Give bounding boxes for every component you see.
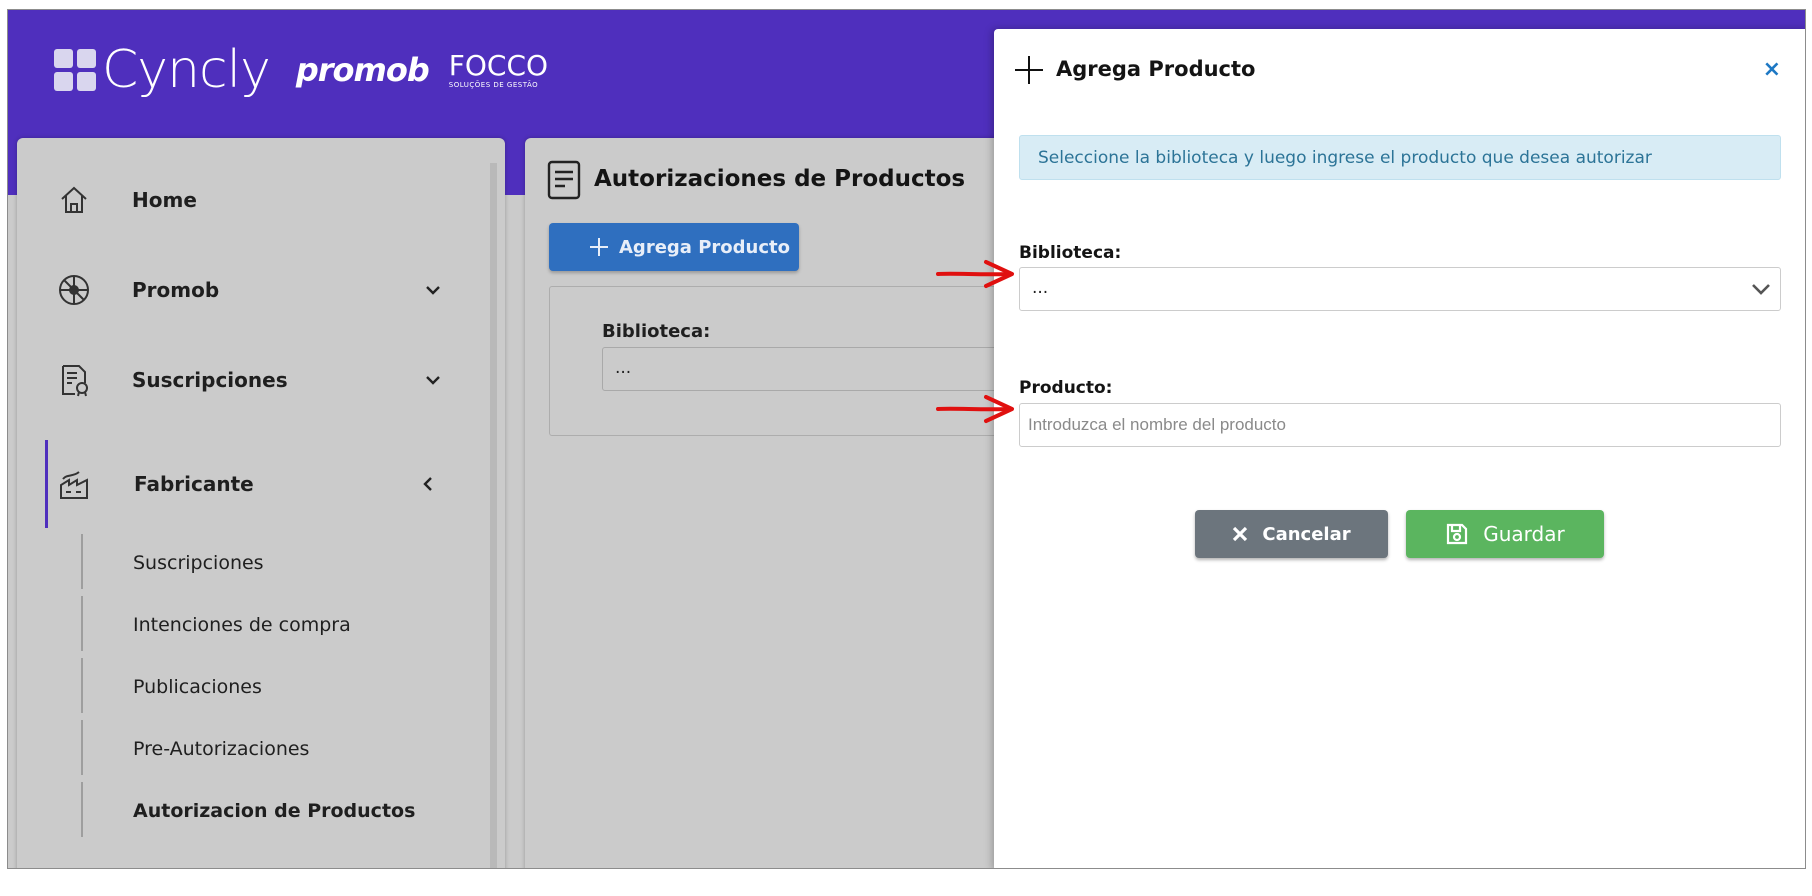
save-button-label: Guardar (1483, 522, 1565, 546)
cyncly-logo-text: Cyncly (102, 40, 271, 100)
subnav-line (81, 782, 83, 837)
sidebar-item-fabricante[interactable]: Fabricante (17, 454, 477, 514)
sidebar-scrollbar[interactable] (490, 163, 497, 868)
annotation-arrow-icon (936, 260, 1014, 288)
sidebar-item-label: Fabricante (134, 472, 254, 496)
sidebar-item-label: Home (132, 188, 197, 212)
sidebar-item-label: Suscripciones (132, 368, 288, 392)
product-label: Producto: (1019, 378, 1113, 398)
subnav-item-publicaciones[interactable]: Publicaciones (133, 676, 262, 698)
certificate-icon (62, 365, 88, 397)
sidebar-item-promob[interactable]: Promob (17, 260, 477, 320)
focco-logo-text: FOCCO (448, 49, 549, 82)
promob-icon (59, 275, 89, 305)
save-button[interactable]: Guardar (1406, 510, 1604, 558)
filter-library-select[interactable]: ... (602, 347, 1052, 391)
app-window: Cyncly promob FOCCO SOLUÇÕES DE GESTÃO H… (7, 9, 1806, 869)
cancel-button[interactable]: Cancelar (1195, 510, 1388, 558)
sidebar: Home Promob Suscripciones Fabricante Sus… (17, 138, 505, 868)
add-product-button[interactable]: Agrega Producto (549, 223, 799, 271)
info-alert: Seleccione la biblioteca y luego ingrese… (1019, 135, 1781, 180)
chevron-left-icon[interactable] (419, 475, 437, 493)
chevron-down-icon (1752, 284, 1770, 295)
subnav-line (81, 534, 83, 589)
library-select[interactable]: ... (1019, 267, 1781, 311)
subnav-item-intenciones-de-compra[interactable]: Intenciones de compra (133, 614, 351, 636)
sidebar-item-suscripciones[interactable]: Suscripciones (17, 350, 477, 410)
modal-title: Agrega Producto (1056, 57, 1256, 81)
cyncly-logo-icon (54, 49, 96, 91)
sidebar-item-home[interactable]: Home (17, 170, 477, 230)
product-input[interactable] (1019, 403, 1781, 447)
save-icon (1447, 523, 1468, 545)
close-icon[interactable]: × (1763, 57, 1781, 82)
home-icon (61, 186, 87, 213)
subnav-line (81, 658, 83, 713)
subnav-line (81, 720, 83, 775)
focco-logo: FOCCO SOLUÇÕES DE GESTÃO (448, 49, 549, 90)
x-icon (1233, 526, 1248, 542)
sidebar-item-label: Promob (132, 278, 220, 302)
document-icon (547, 160, 581, 200)
focco-logo-subtitle: SOLUÇÕES DE GESTÃO (448, 81, 539, 89)
subnav-item-autorizacion-de-productos[interactable]: Autorizacion de Productos (133, 800, 415, 822)
promob-logo: promob (295, 51, 430, 89)
filter-library-label: Biblioteca: (602, 321, 711, 342)
chevron-down-icon[interactable] (424, 281, 442, 299)
subnav-line (81, 596, 83, 651)
plus-icon (1015, 56, 1043, 84)
library-label: Biblioteca: (1019, 243, 1122, 263)
add-product-modal: Agrega Producto × Seleccione la bibliote… (994, 29, 1805, 868)
plus-icon (590, 238, 608, 256)
library-select-value: ... (1032, 278, 1049, 298)
chevron-down-icon[interactable] (424, 371, 442, 389)
add-product-label: Agrega Producto (619, 236, 790, 258)
brand-logos: Cyncly promob FOCCO SOLUÇÕES DE GESTÃO (54, 40, 548, 100)
annotation-arrow-icon (936, 395, 1014, 423)
subnav-item-pre-autorizaciones[interactable]: Pre-Autorizaciones (133, 738, 309, 760)
subnav-item-suscripciones[interactable]: Suscripciones (133, 552, 264, 574)
cancel-button-label: Cancelar (1262, 523, 1351, 545)
factory-icon (60, 471, 88, 499)
page-title: Autorizaciones de Productos (594, 166, 966, 192)
